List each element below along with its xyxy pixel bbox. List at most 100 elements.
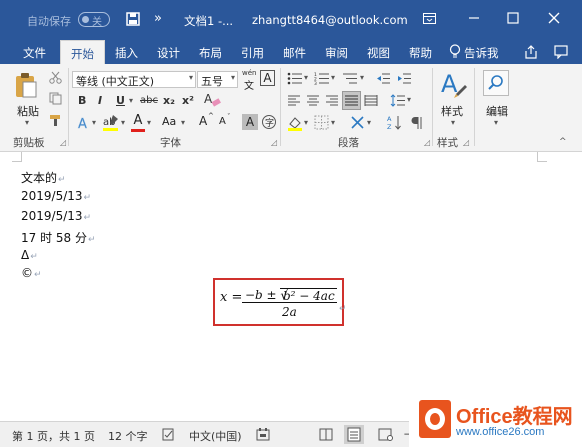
tab-references[interactable]: 引用 — [241, 45, 264, 61]
close-icon[interactable] — [541, 9, 567, 31]
sort-icon[interactable]: AZ — [386, 114, 402, 134]
share-icon[interactable] — [524, 45, 538, 62]
numbering-icon[interactable]: 123 — [314, 72, 330, 88]
tab-layout[interactable]: 布局 — [199, 45, 222, 61]
chevron-down-icon[interactable]: ▾ — [360, 73, 364, 82]
page-count[interactable]: 第 1 页，共 1 页 — [12, 428, 95, 444]
paste-label[interactable]: 粘贴 — [17, 103, 39, 119]
font-size-value: 五号 — [201, 75, 223, 88]
chevron-down-icon[interactable]: ▾ — [92, 118, 96, 127]
chevron-down-icon[interactable]: ▾ — [304, 73, 308, 82]
superscript-button[interactable]: x² — [182, 94, 194, 107]
language-indicator[interactable]: 中文(中国) — [189, 428, 242, 444]
user-account[interactable]: zhangtt8464@outlook.com — [252, 13, 408, 27]
find-button[interactable] — [483, 70, 509, 96]
minimize-icon[interactable] — [461, 9, 487, 31]
cut-icon[interactable] — [49, 71, 62, 87]
asian-layout-icon[interactable] — [350, 115, 366, 133]
print-layout-icon[interactable] — [344, 425, 364, 444]
quick-access-more-icon[interactable]: » — [154, 11, 162, 26]
change-case-button[interactable]: Aa — [162, 115, 176, 128]
increase-indent-icon[interactable] — [397, 72, 412, 88]
enclose-characters-icon[interactable]: 字 — [261, 114, 277, 133]
grow-font-button[interactable]: A — [199, 114, 207, 128]
chevron-down-icon: ▾ — [188, 73, 193, 82]
styles-launcher-icon[interactable]: ◿ — [463, 138, 469, 147]
font-launcher-icon[interactable]: ◿ — [271, 138, 277, 147]
align-center-icon[interactable] — [306, 94, 320, 110]
multilevel-list-icon[interactable] — [342, 72, 358, 88]
web-layout-icon[interactable] — [378, 428, 393, 444]
character-shading-button[interactable]: A — [242, 114, 258, 130]
font-size-select[interactable]: 五号 ▾ — [197, 71, 238, 88]
clipboard-launcher-icon[interactable]: ◿ — [60, 138, 66, 147]
chevron-down-icon[interactable]: ▾ — [451, 118, 455, 127]
styles-gallery-icon[interactable]: A — [440, 68, 468, 103]
phonetic-guide-char[interactable]: 文 — [244, 77, 254, 92]
proofing-icon[interactable] — [162, 428, 175, 444]
borders-icon[interactable] — [314, 115, 329, 133]
highlight-icon[interactable]: ab — [102, 114, 120, 135]
maximize-icon[interactable] — [500, 9, 526, 31]
clear-formatting-icon[interactable]: A — [203, 91, 221, 111]
align-left-icon[interactable] — [287, 94, 301, 110]
align-right-icon[interactable] — [325, 94, 339, 110]
chevron-down-icon[interactable]: ▾ — [181, 118, 185, 127]
tab-file[interactable]: 文件 — [23, 45, 46, 61]
bold-button[interactable]: B — [78, 94, 86, 107]
chevron-down-icon[interactable]: ▾ — [407, 95, 411, 104]
tab-home[interactable]: 开始 — [60, 40, 105, 64]
show-formatting-marks-icon[interactable] — [409, 115, 423, 133]
comments-icon[interactable] — [554, 45, 568, 62]
tab-mailings[interactable]: 邮件 — [283, 45, 306, 61]
shrink-font-button[interactable]: A — [219, 116, 226, 127]
strikethrough-button[interactable]: abc — [140, 95, 158, 106]
tab-help[interactable]: 帮助 — [409, 45, 432, 61]
character-border-button[interactable]: A — [260, 70, 275, 86]
justify-icon[interactable] — [342, 91, 361, 110]
tab-view[interactable]: 视图 — [367, 45, 390, 61]
copy-icon[interactable] — [49, 92, 62, 108]
styles-label[interactable]: 样式 — [441, 103, 463, 119]
format-painter-icon[interactable] — [49, 114, 62, 130]
chevron-down-icon[interactable]: ▾ — [331, 118, 335, 127]
font-name-select[interactable]: 等线 (中文正文) ▾ — [72, 71, 196, 88]
shading-icon[interactable] — [287, 115, 303, 134]
save-icon[interactable] — [126, 12, 140, 30]
tell-me-search[interactable]: 告诉我 — [464, 45, 499, 61]
font-group-label: 字体 — [160, 137, 181, 149]
subscript-button[interactable]: x₂ — [163, 94, 175, 107]
read-mode-icon[interactable] — [319, 428, 333, 444]
tab-insert[interactable]: 插入 — [115, 45, 138, 61]
bullets-icon[interactable] — [287, 72, 303, 88]
chevron-down-icon[interactable]: ▾ — [129, 96, 133, 105]
tab-design[interactable]: 设计 — [157, 45, 180, 61]
text-effects-icon[interactable]: A — [77, 116, 91, 134]
paste-dropdown-icon[interactable]: ▾ — [25, 118, 29, 127]
chevron-down-icon[interactable]: ▾ — [147, 118, 151, 127]
tab-review[interactable]: 审阅 — [325, 45, 348, 61]
macro-recording-icon[interactable] — [256, 428, 270, 444]
chevron-down-icon[interactable]: ▾ — [304, 118, 308, 127]
chevron-down-icon[interactable]: ▾ — [331, 73, 335, 82]
font-color-button[interactable]: A — [131, 113, 145, 128]
paragraph-launcher-icon[interactable]: ◿ — [424, 138, 430, 147]
distributed-icon[interactable] — [364, 94, 378, 110]
chevron-down-icon[interactable]: ▾ — [494, 118, 498, 127]
italic-button[interactable]: I — [98, 94, 102, 107]
styles-group-label: 样式 — [437, 137, 458, 149]
chevron-down-icon[interactable]: ▾ — [121, 118, 125, 127]
word-count[interactable]: 12 个字 — [108, 428, 148, 444]
phonetic-guide-pinyin[interactable]: wén — [242, 69, 256, 77]
autosave-toggle[interactable]: 关 — [78, 12, 110, 28]
chevron-down-icon[interactable]: ▾ — [367, 118, 371, 127]
ribbon-display-options-icon[interactable] — [416, 9, 442, 31]
decrease-indent-icon[interactable] — [376, 72, 391, 88]
paste-button[interactable] — [14, 72, 38, 101]
document-area[interactable]: 文本的↵ 2019/5/13↵ 2019/5/13↵ 17 时 58 分↵ Δ↵… — [0, 152, 582, 412]
underline-button[interactable]: U — [116, 94, 125, 107]
editing-label[interactable]: 编辑 — [486, 103, 508, 119]
line-spacing-icon[interactable] — [390, 94, 406, 110]
equation-lhs: x = — [220, 290, 243, 305]
collapse-ribbon-icon[interactable]: ^ — [559, 137, 567, 147]
